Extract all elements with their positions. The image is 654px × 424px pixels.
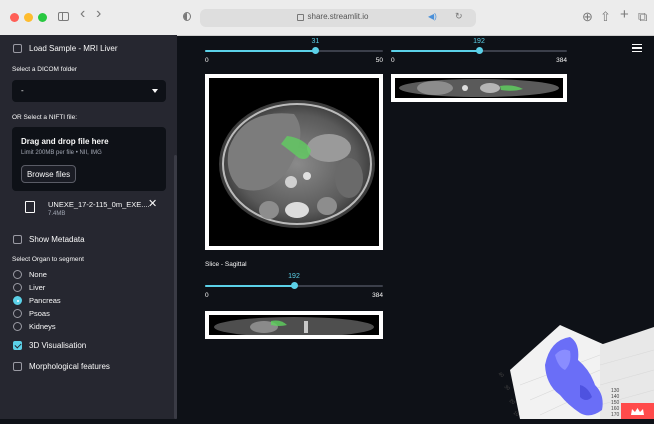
sidebar-toggle-icon[interactable]	[58, 12, 69, 21]
show-metadata-checkbox[interactable]	[13, 235, 22, 244]
new-tab-icon[interactable]: +	[620, 7, 629, 23]
dropzone-limit: Limit 200MB per file • NII, IMG	[21, 150, 102, 156]
reload-icon[interactable]: ↻	[455, 11, 463, 22]
organ-label: Select Organ to segment	[12, 256, 84, 263]
slider-min: 0	[205, 57, 209, 64]
maximize-window-button[interactable]	[38, 13, 47, 22]
share-icon[interactable]: ⇧	[600, 9, 611, 25]
minimize-window-button[interactable]	[24, 13, 33, 22]
coronal-slice-slider[interactable]: 192 0 384	[391, 38, 567, 64]
file-icon	[25, 201, 35, 213]
slider-max: 50	[375, 57, 383, 64]
dropzone-title: Drag and drop file here	[21, 137, 109, 146]
remove-file-icon[interactable]: ✕	[148, 197, 157, 210]
slider-value: 192	[288, 273, 300, 280]
browse-files-button[interactable]: Browse files	[21, 165, 76, 183]
privacy-shield-icon[interactable]	[183, 12, 191, 21]
close-window-button[interactable]	[10, 13, 19, 22]
slider-value: 31	[311, 38, 320, 45]
slider-fill	[391, 50, 479, 52]
radio-liver[interactable]	[13, 283, 22, 292]
sagittal-caption: Slice - Sagittal	[205, 261, 247, 268]
dicom-select-value: -	[21, 86, 24, 95]
radio-label-none[interactable]: None	[29, 270, 47, 279]
load-sample-checkbox[interactable]	[13, 44, 22, 53]
slider-value: 192	[473, 38, 485, 45]
dicom-label: Select a DICOM folder	[12, 66, 78, 73]
3d-visualisation-checkbox[interactable]	[13, 341, 22, 350]
slider-max: 384	[556, 57, 567, 64]
show-metadata-label[interactable]: Show Metadata	[29, 235, 85, 244]
back-button[interactable]: ‹	[80, 6, 85, 22]
radio-kidneys[interactable]	[13, 322, 22, 331]
radio-label-liver[interactable]: Liver	[29, 283, 45, 292]
menu-icon[interactable]	[632, 44, 642, 54]
dicom-select[interactable]: -	[12, 80, 166, 102]
uploaded-file-name: UNEXE_17-2-115_0m_EXE....	[48, 200, 150, 209]
sidebar: Load Sample - MRI Liver Select a DICOM f…	[0, 35, 177, 419]
slider-thumb[interactable]	[475, 47, 483, 54]
address-bar[interactable]: share.streamlit.io ◀) ↻	[200, 9, 476, 27]
file-dropzone[interactable]: Drag and drop file here Limit 200MB per …	[12, 127, 166, 191]
sagittal-slice-slider[interactable]: 192 0 384	[205, 273, 383, 299]
mri-sagittal-render	[209, 315, 379, 335]
slider-thumb[interactable]	[311, 47, 319, 54]
forward-button[interactable]: ›	[96, 6, 101, 22]
sagittal-slice-image	[205, 311, 383, 339]
slider-min: 0	[391, 57, 395, 64]
download-icon[interactable]: ⊕	[582, 9, 593, 25]
nifti-label: OR Select a NIFTI file:	[12, 114, 78, 121]
slider-thumb[interactable]	[290, 282, 298, 289]
chevron-down-icon	[152, 89, 158, 93]
streamlit-deploy-badge[interactable]	[621, 403, 654, 419]
sidebar-scrollbar[interactable]	[174, 155, 177, 419]
slider-fill	[205, 285, 294, 287]
radio-pancreas[interactable]	[13, 296, 22, 305]
tab-overview-icon[interactable]: ⧉	[638, 9, 647, 25]
browser-toolbar: ‹ › share.streamlit.io ◀) ↻ ⊕ ⇧ + ⧉	[0, 0, 654, 36]
slider-fill	[205, 50, 316, 52]
load-sample-label[interactable]: Load Sample - MRI Liver	[29, 44, 117, 53]
radio-label-kidneys[interactable]: Kidneys	[29, 322, 56, 331]
uploaded-file-size: 7.4MB	[48, 211, 66, 217]
radio-none[interactable]	[13, 270, 22, 279]
coronal-slice-image	[391, 74, 567, 102]
mri-axial-render	[219, 100, 375, 228]
mri-coronal-render	[395, 78, 563, 98]
3d-visualisation-label[interactable]: 3D Visualisation	[29, 341, 86, 350]
crown-icon	[631, 408, 644, 415]
slider-max: 384	[372, 292, 383, 299]
sound-icon[interactable]: ◀)	[428, 12, 437, 21]
axial-slice-image	[205, 74, 383, 250]
axial-slice-slider[interactable]: 31 0 50	[205, 38, 383, 64]
z-tick-170: 170	[611, 412, 620, 418]
radio-psoas[interactable]	[13, 309, 22, 318]
morphological-features-label[interactable]: Morphological features	[29, 362, 110, 371]
morphological-features-checkbox[interactable]	[13, 362, 22, 371]
radio-label-pancreas[interactable]: Pancreas	[29, 296, 61, 305]
radio-label-psoas[interactable]: Psoas	[29, 309, 50, 318]
slider-min: 0	[205, 292, 209, 299]
